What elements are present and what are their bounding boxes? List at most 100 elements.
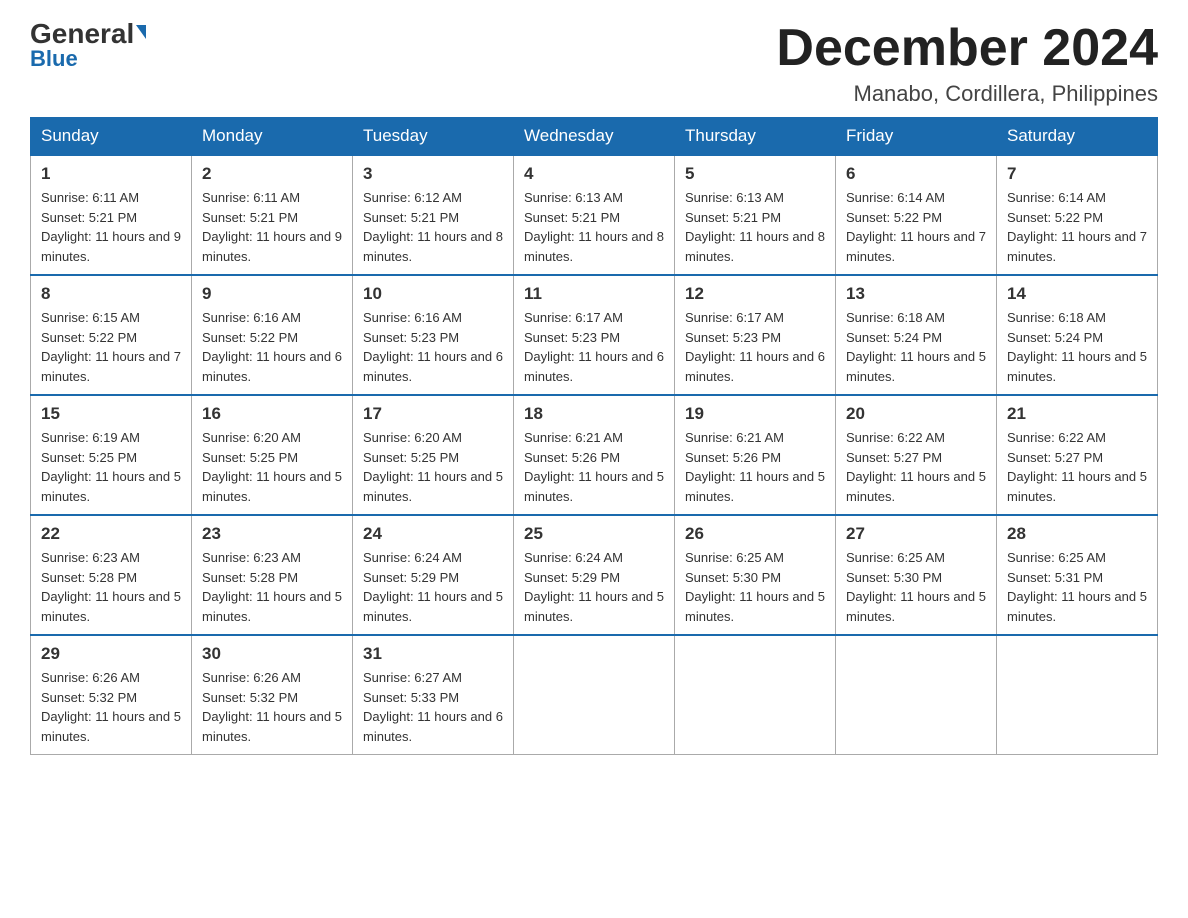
day-number: 21 bbox=[1007, 404, 1147, 424]
day-info: Sunrise: 6:23 AMSunset: 5:28 PMDaylight:… bbox=[41, 548, 181, 626]
col-monday: Monday bbox=[192, 118, 353, 156]
week-row-2: 8 Sunrise: 6:15 AMSunset: 5:22 PMDayligh… bbox=[31, 275, 1158, 395]
week-row-5: 29 Sunrise: 6:26 AMSunset: 5:32 PMDaylig… bbox=[31, 635, 1158, 755]
day-info: Sunrise: 6:19 AMSunset: 5:25 PMDaylight:… bbox=[41, 428, 181, 506]
col-tuesday: Tuesday bbox=[353, 118, 514, 156]
calendar-cell: 30 Sunrise: 6:26 AMSunset: 5:32 PMDaylig… bbox=[192, 635, 353, 755]
logo-bottom: Blue bbox=[30, 46, 78, 72]
calendar-cell bbox=[675, 635, 836, 755]
calendar-cell bbox=[514, 635, 675, 755]
calendar-cell: 4 Sunrise: 6:13 AMSunset: 5:21 PMDayligh… bbox=[514, 155, 675, 275]
calendar-cell: 31 Sunrise: 6:27 AMSunset: 5:33 PMDaylig… bbox=[353, 635, 514, 755]
day-number: 12 bbox=[685, 284, 825, 304]
calendar-cell: 16 Sunrise: 6:20 AMSunset: 5:25 PMDaylig… bbox=[192, 395, 353, 515]
col-wednesday: Wednesday bbox=[514, 118, 675, 156]
day-info: Sunrise: 6:13 AMSunset: 5:21 PMDaylight:… bbox=[685, 188, 825, 266]
calendar-cell: 11 Sunrise: 6:17 AMSunset: 5:23 PMDaylig… bbox=[514, 275, 675, 395]
calendar-table: Sunday Monday Tuesday Wednesday Thursday… bbox=[30, 117, 1158, 755]
calendar-cell: 23 Sunrise: 6:23 AMSunset: 5:28 PMDaylig… bbox=[192, 515, 353, 635]
day-number: 5 bbox=[685, 164, 825, 184]
day-number: 30 bbox=[202, 644, 342, 664]
day-info: Sunrise: 6:26 AMSunset: 5:32 PMDaylight:… bbox=[41, 668, 181, 746]
day-info: Sunrise: 6:22 AMSunset: 5:27 PMDaylight:… bbox=[846, 428, 986, 506]
calendar-cell: 29 Sunrise: 6:26 AMSunset: 5:32 PMDaylig… bbox=[31, 635, 192, 755]
day-number: 10 bbox=[363, 284, 503, 304]
calendar-cell: 8 Sunrise: 6:15 AMSunset: 5:22 PMDayligh… bbox=[31, 275, 192, 395]
week-row-1: 1 Sunrise: 6:11 AMSunset: 5:21 PMDayligh… bbox=[31, 155, 1158, 275]
day-info: Sunrise: 6:20 AMSunset: 5:25 PMDaylight:… bbox=[363, 428, 503, 506]
day-info: Sunrise: 6:14 AMSunset: 5:22 PMDaylight:… bbox=[846, 188, 986, 266]
day-info: Sunrise: 6:24 AMSunset: 5:29 PMDaylight:… bbox=[363, 548, 503, 626]
day-number: 19 bbox=[685, 404, 825, 424]
title-area: December 2024 Manabo, Cordillera, Philip… bbox=[776, 20, 1158, 107]
day-number: 8 bbox=[41, 284, 181, 304]
calendar-cell: 10 Sunrise: 6:16 AMSunset: 5:23 PMDaylig… bbox=[353, 275, 514, 395]
day-number: 16 bbox=[202, 404, 342, 424]
location-title: Manabo, Cordillera, Philippines bbox=[776, 81, 1158, 107]
calendar-cell: 3 Sunrise: 6:12 AMSunset: 5:21 PMDayligh… bbox=[353, 155, 514, 275]
day-info: Sunrise: 6:17 AMSunset: 5:23 PMDaylight:… bbox=[685, 308, 825, 386]
day-info: Sunrise: 6:24 AMSunset: 5:29 PMDaylight:… bbox=[524, 548, 664, 626]
month-title: December 2024 bbox=[776, 20, 1158, 77]
day-info: Sunrise: 6:16 AMSunset: 5:23 PMDaylight:… bbox=[363, 308, 503, 386]
day-number: 1 bbox=[41, 164, 181, 184]
day-info: Sunrise: 6:13 AMSunset: 5:21 PMDaylight:… bbox=[524, 188, 664, 266]
logo-top: General bbox=[30, 20, 146, 48]
calendar-cell: 5 Sunrise: 6:13 AMSunset: 5:21 PMDayligh… bbox=[675, 155, 836, 275]
day-number: 20 bbox=[846, 404, 986, 424]
calendar-cell: 25 Sunrise: 6:24 AMSunset: 5:29 PMDaylig… bbox=[514, 515, 675, 635]
calendar-cell: 27 Sunrise: 6:25 AMSunset: 5:30 PMDaylig… bbox=[836, 515, 997, 635]
day-info: Sunrise: 6:15 AMSunset: 5:22 PMDaylight:… bbox=[41, 308, 181, 386]
logo: General Blue bbox=[30, 20, 146, 72]
calendar-cell: 28 Sunrise: 6:25 AMSunset: 5:31 PMDaylig… bbox=[997, 515, 1158, 635]
day-number: 13 bbox=[846, 284, 986, 304]
day-info: Sunrise: 6:16 AMSunset: 5:22 PMDaylight:… bbox=[202, 308, 342, 386]
calendar-cell: 7 Sunrise: 6:14 AMSunset: 5:22 PMDayligh… bbox=[997, 155, 1158, 275]
calendar-cell: 26 Sunrise: 6:25 AMSunset: 5:30 PMDaylig… bbox=[675, 515, 836, 635]
day-number: 4 bbox=[524, 164, 664, 184]
col-thursday: Thursday bbox=[675, 118, 836, 156]
day-number: 17 bbox=[363, 404, 503, 424]
col-saturday: Saturday bbox=[997, 118, 1158, 156]
day-info: Sunrise: 6:25 AMSunset: 5:31 PMDaylight:… bbox=[1007, 548, 1147, 626]
day-info: Sunrise: 6:11 AMSunset: 5:21 PMDaylight:… bbox=[202, 188, 342, 266]
days-of-week-row: Sunday Monday Tuesday Wednesday Thursday… bbox=[31, 118, 1158, 156]
calendar-cell bbox=[997, 635, 1158, 755]
day-number: 29 bbox=[41, 644, 181, 664]
calendar-cell: 2 Sunrise: 6:11 AMSunset: 5:21 PMDayligh… bbox=[192, 155, 353, 275]
day-number: 6 bbox=[846, 164, 986, 184]
day-number: 18 bbox=[524, 404, 664, 424]
day-number: 15 bbox=[41, 404, 181, 424]
calendar-cell: 21 Sunrise: 6:22 AMSunset: 5:27 PMDaylig… bbox=[997, 395, 1158, 515]
day-info: Sunrise: 6:18 AMSunset: 5:24 PMDaylight:… bbox=[1007, 308, 1147, 386]
day-info: Sunrise: 6:20 AMSunset: 5:25 PMDaylight:… bbox=[202, 428, 342, 506]
calendar-cell: 6 Sunrise: 6:14 AMSunset: 5:22 PMDayligh… bbox=[836, 155, 997, 275]
day-number: 11 bbox=[524, 284, 664, 304]
page-header: General Blue December 2024 Manabo, Cordi… bbox=[30, 20, 1158, 107]
day-number: 23 bbox=[202, 524, 342, 544]
calendar-cell bbox=[836, 635, 997, 755]
day-number: 7 bbox=[1007, 164, 1147, 184]
calendar-cell: 15 Sunrise: 6:19 AMSunset: 5:25 PMDaylig… bbox=[31, 395, 192, 515]
calendar-cell: 17 Sunrise: 6:20 AMSunset: 5:25 PMDaylig… bbox=[353, 395, 514, 515]
day-info: Sunrise: 6:11 AMSunset: 5:21 PMDaylight:… bbox=[41, 188, 181, 266]
day-number: 31 bbox=[363, 644, 503, 664]
calendar-cell: 14 Sunrise: 6:18 AMSunset: 5:24 PMDaylig… bbox=[997, 275, 1158, 395]
day-info: Sunrise: 6:25 AMSunset: 5:30 PMDaylight:… bbox=[685, 548, 825, 626]
calendar-cell: 22 Sunrise: 6:23 AMSunset: 5:28 PMDaylig… bbox=[31, 515, 192, 635]
day-info: Sunrise: 6:21 AMSunset: 5:26 PMDaylight:… bbox=[524, 428, 664, 506]
day-number: 3 bbox=[363, 164, 503, 184]
calendar-cell: 1 Sunrise: 6:11 AMSunset: 5:21 PMDayligh… bbox=[31, 155, 192, 275]
day-number: 2 bbox=[202, 164, 342, 184]
day-number: 28 bbox=[1007, 524, 1147, 544]
day-info: Sunrise: 6:22 AMSunset: 5:27 PMDaylight:… bbox=[1007, 428, 1147, 506]
calendar-cell: 13 Sunrise: 6:18 AMSunset: 5:24 PMDaylig… bbox=[836, 275, 997, 395]
day-number: 14 bbox=[1007, 284, 1147, 304]
day-number: 27 bbox=[846, 524, 986, 544]
day-number: 25 bbox=[524, 524, 664, 544]
day-info: Sunrise: 6:21 AMSunset: 5:26 PMDaylight:… bbox=[685, 428, 825, 506]
calendar-cell: 24 Sunrise: 6:24 AMSunset: 5:29 PMDaylig… bbox=[353, 515, 514, 635]
day-info: Sunrise: 6:26 AMSunset: 5:32 PMDaylight:… bbox=[202, 668, 342, 746]
calendar-cell: 12 Sunrise: 6:17 AMSunset: 5:23 PMDaylig… bbox=[675, 275, 836, 395]
day-info: Sunrise: 6:12 AMSunset: 5:21 PMDaylight:… bbox=[363, 188, 503, 266]
